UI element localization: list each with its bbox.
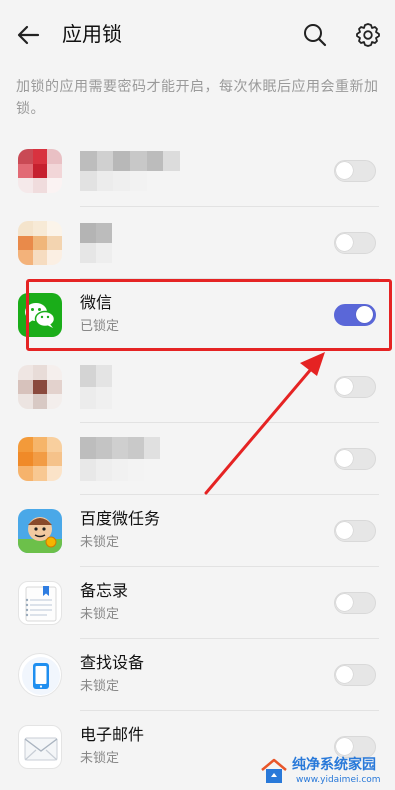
- lock-status: 未锁定: [80, 751, 120, 766]
- blurred-app-icon: [18, 149, 62, 193]
- app-name: 电子邮件: [80, 725, 145, 744]
- annotation-highlight-box: [26, 279, 392, 351]
- toggle-knob: [336, 378, 353, 395]
- blurred-app-name: [80, 151, 180, 191]
- watermark-title: 纯净系统家园: [292, 757, 376, 773]
- blurred-app-icon: [18, 437, 62, 481]
- back-button[interactable]: [14, 20, 44, 50]
- toggle-knob: [336, 522, 353, 539]
- lock-toggle[interactable]: [334, 232, 376, 254]
- baidu-task-icon: [18, 509, 62, 553]
- app-row[interactable]: [0, 207, 395, 279]
- blurred-app-name: [80, 223, 112, 263]
- lock-toggle[interactable]: [334, 664, 376, 686]
- lock-status: 未锁定: [80, 679, 120, 694]
- app-row[interactable]: [0, 351, 395, 423]
- lock-description: 加锁的应用需要密码才能开启，每次休眠后应用会重新加锁。: [16, 79, 379, 117]
- notes-icon: [18, 581, 62, 625]
- find-device-icon: [18, 653, 62, 697]
- blurred-app-name: [80, 437, 160, 481]
- settings-button[interactable]: [353, 20, 383, 50]
- email-icon: [18, 725, 62, 769]
- house-logo-icon: [261, 758, 287, 783]
- blurred-app-icon: [18, 365, 62, 409]
- app-header: 应用锁: [0, 0, 395, 68]
- lock-status: 未锁定: [80, 535, 120, 550]
- lock-toggle[interactable]: [334, 160, 376, 182]
- watermark-url: www.yidaimei.com: [296, 775, 381, 785]
- toggle-knob: [336, 666, 353, 683]
- app-row[interactable]: [0, 135, 395, 207]
- app-name: 百度微任务: [80, 509, 161, 528]
- app-row-find-device[interactable]: 查找设备 未锁定: [0, 639, 395, 711]
- back-arrow-icon: [17, 25, 40, 45]
- lock-toggle[interactable]: [334, 592, 376, 614]
- app-row-notes[interactable]: 备忘录 未锁定: [0, 567, 395, 639]
- app-row-baidu-task[interactable]: 百度微任务 未锁定: [0, 495, 395, 567]
- blurred-app-icon: [18, 221, 62, 265]
- search-button[interactable]: [300, 20, 330, 50]
- lock-status: 未锁定: [80, 607, 120, 622]
- search-icon: [304, 24, 327, 47]
- gear-icon: [356, 23, 380, 47]
- toggle-knob: [336, 162, 353, 179]
- watermark: 纯净系统家园 www.yidaimei.com: [258, 752, 395, 790]
- toggle-knob: [336, 234, 353, 251]
- lock-toggle[interactable]: [334, 520, 376, 542]
- app-name: 查找设备: [80, 653, 145, 672]
- toggle-knob: [336, 450, 353, 467]
- app-row[interactable]: [0, 423, 395, 495]
- blurred-app-name: [80, 365, 112, 409]
- app-name: 备忘录: [80, 581, 129, 600]
- lock-toggle[interactable]: [334, 376, 376, 398]
- toggle-knob: [336, 594, 353, 611]
- lock-toggle[interactable]: [334, 448, 376, 470]
- page-title: 应用锁: [62, 22, 122, 46]
